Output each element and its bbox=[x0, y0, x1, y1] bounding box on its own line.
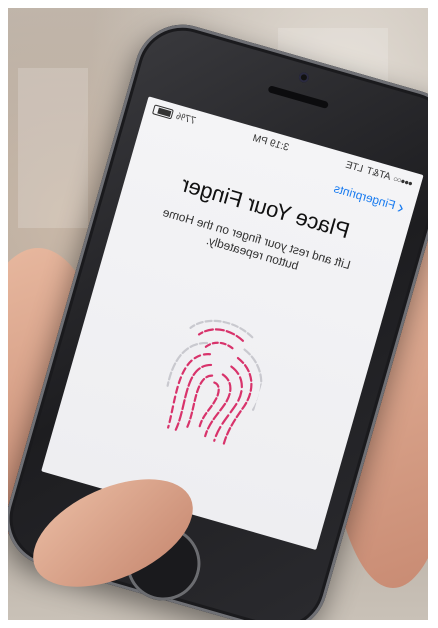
chevron-left-icon: ‹ bbox=[395, 196, 407, 218]
carrier-label: AT&T bbox=[365, 165, 393, 183]
front-camera-icon bbox=[297, 71, 311, 84]
image-frame: ●●●○○ AT&T LTE 3:19 PM 77% ‹ Fingerprint… bbox=[0, 0, 438, 628]
fingerprint-icon bbox=[166, 319, 263, 445]
photo: ●●●○○ AT&T LTE 3:19 PM 77% ‹ Fingerprint… bbox=[8, 8, 428, 620]
earpiece-speaker bbox=[267, 85, 330, 110]
network-label: LTE bbox=[344, 159, 365, 175]
battery-icon bbox=[151, 104, 174, 120]
signal-icon: ●●●○○ bbox=[393, 173, 415, 188]
battery-percent: 77% bbox=[174, 110, 198, 127]
background-wall bbox=[18, 68, 88, 228]
